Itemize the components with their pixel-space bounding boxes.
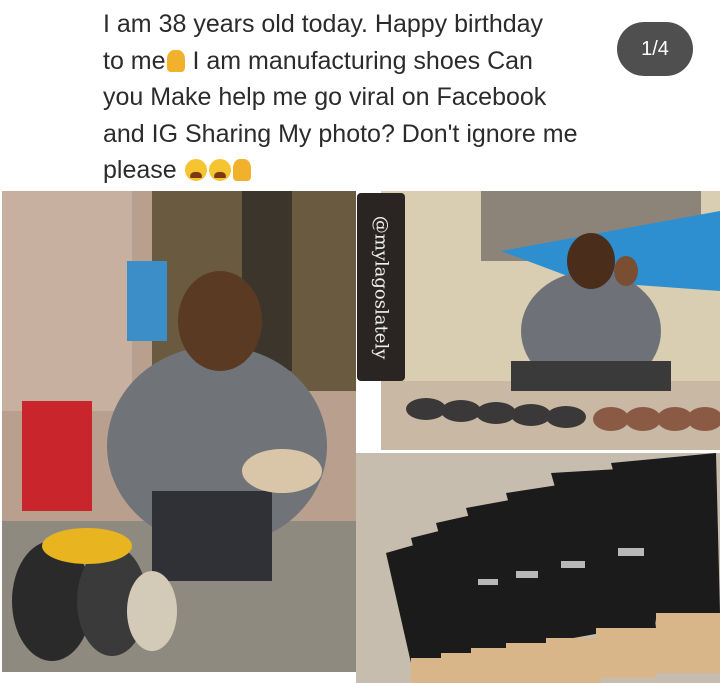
crying-face-emoji-icon xyxy=(184,159,207,181)
caption-line-5: please xyxy=(103,152,663,189)
crying-face-emoji-icon xyxy=(208,159,231,181)
photo-right-top-illustration xyxy=(381,191,720,450)
folded-hands-emoji-icon xyxy=(166,49,185,72)
caption-line-2: to me I am manufacturing shoes Can xyxy=(103,43,663,80)
caption-line-4: and IG Sharing My photo? Don't ignore me xyxy=(103,119,578,148)
carousel-counter: 1/4 xyxy=(617,22,693,76)
caption-line-2-text: to me xyxy=(103,46,166,75)
photo-clogs-row[interactable] xyxy=(356,453,720,683)
caption-line-5-text: please xyxy=(103,156,177,184)
photo-man-with-child[interactable] xyxy=(381,191,720,450)
watermark-handle: @mylagoslately xyxy=(370,215,392,359)
photo-left-illustration xyxy=(2,191,356,672)
photo-right-bottom-illustration xyxy=(356,453,720,683)
photo-man-making-sandal[interactable] xyxy=(2,191,356,672)
caption-line-2b-text: I am manufacturing shoes Can xyxy=(185,46,533,75)
post-caption: I am 38 years old today. Happy birthday … xyxy=(103,6,663,189)
caption-line-3: you Make help me go viral on Facebook xyxy=(103,83,547,111)
caption-line-1: I am 38 years old today. Happy birthday xyxy=(103,10,544,38)
folded-hands-emoji-icon xyxy=(232,159,251,181)
watermark-badge: @mylagoslately xyxy=(357,193,405,381)
